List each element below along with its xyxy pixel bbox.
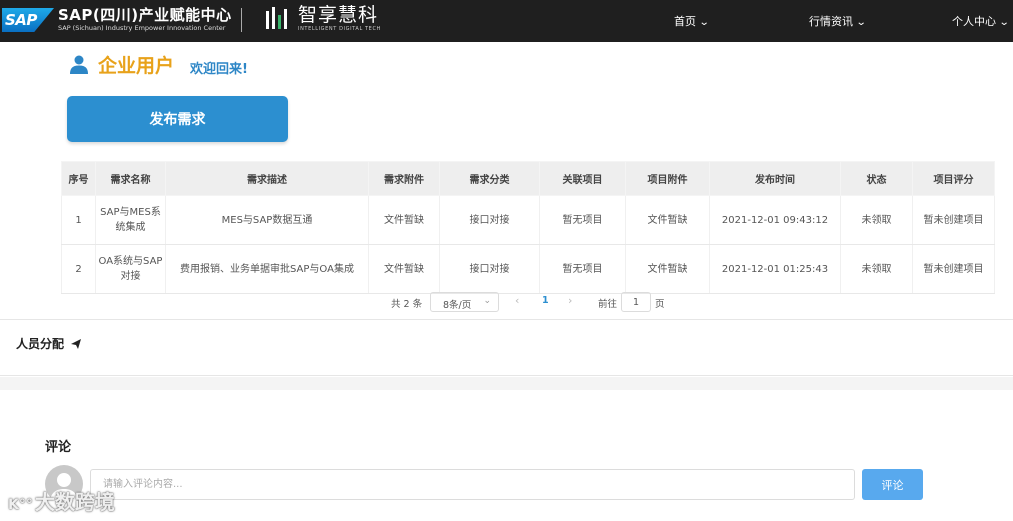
brand-divider	[241, 8, 242, 32]
table-row[interactable]: 1 SAP与MES系统集成 MES与SAP数据互通 文件暂缺 接口对接 暂无项目…	[61, 195, 995, 245]
column-header: 需求名称	[95, 161, 166, 196]
column-header: 需求分类	[439, 161, 540, 196]
personnel-assignment-section: 人员分配	[0, 319, 1013, 376]
cell-publish-time: 2021-12-01 01:25:43	[709, 244, 841, 294]
brand: SAP(四川)产业赋能中心 SAP (Sichuan) Industry Emp…	[58, 6, 232, 33]
send-icon	[71, 339, 82, 349]
partner-logo-icon	[266, 7, 287, 29]
partner-subtitle: INTELLIGENT DIGITAL TECH	[298, 26, 381, 32]
pagination: 共 2 条 8条/页 ⌄ ‹ 1 › 前往 1 页	[0, 291, 1013, 313]
column-header: 需求描述	[165, 161, 369, 196]
page-title: 企业用户	[98, 55, 175, 77]
nav-personal-center[interactable]: 个人中心 ⌄	[952, 13, 1010, 29]
goto-label: 前往	[598, 299, 618, 310]
cell-project-rating: 暂未创建项目	[912, 195, 995, 245]
cell-demand-name: SAP与MES系统集成	[95, 195, 166, 245]
cell-index: 1	[61, 195, 96, 245]
watermark-text: 大数跨境	[34, 490, 115, 514]
cell-publish-time: 2021-12-01 09:43:12	[709, 195, 841, 245]
cell-demand-attachment: 文件暂缺	[368, 195, 440, 245]
cell-project-attachment: 文件暂缺	[625, 195, 710, 245]
page-size-value: 8条/页	[443, 300, 472, 311]
chevron-down-icon: ⌄	[855, 17, 867, 28]
cell-status: 未领取	[840, 244, 913, 294]
top-navbar: SAP SAP(四川)产业赋能中心 SAP (Sichuan) Industry…	[0, 0, 1013, 42]
prev-page-button[interactable]: ‹	[515, 294, 519, 307]
goto-page-input[interactable]: 1	[621, 292, 651, 312]
page-suffix: 页	[655, 299, 665, 310]
cell-demand-desc: MES与SAP数据互通	[165, 195, 369, 245]
brand-title: SAP(四川)产业赋能中心	[58, 6, 232, 24]
cell-demand-category: 接口对接	[439, 195, 540, 245]
column-header: 关联项目	[539, 161, 626, 196]
column-header: 需求附件	[368, 161, 440, 196]
watermark: K°° 大数跨境	[8, 486, 115, 515]
nav-market-news[interactable]: 行情资讯 ⌄	[809, 13, 867, 29]
user-icon	[70, 55, 88, 74]
cell-demand-attachment: 文件暂缺	[368, 244, 440, 294]
comments-title: 评论	[45, 440, 72, 455]
cell-project-attachment: 文件暂缺	[625, 244, 710, 294]
section-divider	[0, 377, 1013, 390]
watermark-mark: K°°	[8, 497, 33, 513]
column-header: 项目附件	[625, 161, 710, 196]
personnel-assignment-title: 人员分配	[16, 337, 65, 351]
nav-home-label: 首页	[674, 15, 696, 28]
page-size-select[interactable]: 8条/页 ⌄	[430, 292, 499, 312]
column-header: 项目评分	[912, 161, 995, 196]
nav-market-news-label: 行情资讯	[809, 15, 853, 28]
chevron-down-icon: ⌄	[698, 17, 710, 28]
publish-demand-button[interactable]: 发布需求	[67, 96, 288, 142]
column-header: 发布时间	[709, 161, 841, 196]
table-header-row: 序号 需求名称 需求描述 需求附件 需求分类 关联项目 项目附件 发布时间 状态…	[61, 161, 995, 196]
nav-personal-center-label: 个人中心	[952, 15, 996, 28]
chevron-down-icon: ⌄	[483, 296, 491, 306]
cell-status: 未领取	[840, 195, 913, 245]
cell-demand-desc: 费用报销、业务单据审批SAP与OA集成	[165, 244, 369, 294]
nav-home[interactable]: 首页 ⌄	[674, 13, 710, 29]
personnel-assignment-label[interactable]: 人员分配	[16, 335, 82, 352]
cell-demand-name: OA系统与SAP对接	[95, 244, 166, 294]
chevron-down-icon: ⌄	[998, 17, 1010, 28]
brand-subtitle: SAP (Sichuan) Industry Empower Innovatio…	[58, 24, 226, 32]
welcome-text: 欢迎回来!	[190, 62, 248, 77]
comment-input[interactable]	[90, 469, 855, 500]
cell-demand-category: 接口对接	[439, 244, 540, 294]
cell-project-rating: 暂未创建项目	[912, 244, 995, 294]
pagination-total: 共 2 条	[391, 299, 423, 310]
partner-title: 智享慧科	[298, 4, 379, 26]
page-number-current[interactable]: 1	[542, 295, 549, 306]
cell-related-project: 暂无项目	[539, 244, 626, 294]
partner-name: 智享慧科 INTELLIGENT DIGITAL TECH	[298, 4, 381, 32]
table-row[interactable]: 2 OA系统与SAP对接 费用报销、业务单据审批SAP与OA集成 文件暂缺 接口…	[61, 244, 995, 294]
column-header: 状态	[840, 161, 913, 196]
next-page-button[interactable]: ›	[568, 294, 572, 307]
column-header: 序号	[61, 161, 96, 196]
demands-table: 序号 需求名称 需求描述 需求附件 需求分类 关联项目 项目附件 发布时间 状态…	[61, 161, 995, 294]
sap-logo[interactable]: SAP	[2, 8, 54, 32]
submit-comment-button[interactable]: 评论	[862, 469, 923, 500]
cell-index: 2	[61, 244, 96, 294]
cell-related-project: 暂无项目	[539, 195, 626, 245]
sap-logo-text: SAP	[5, 11, 37, 29]
